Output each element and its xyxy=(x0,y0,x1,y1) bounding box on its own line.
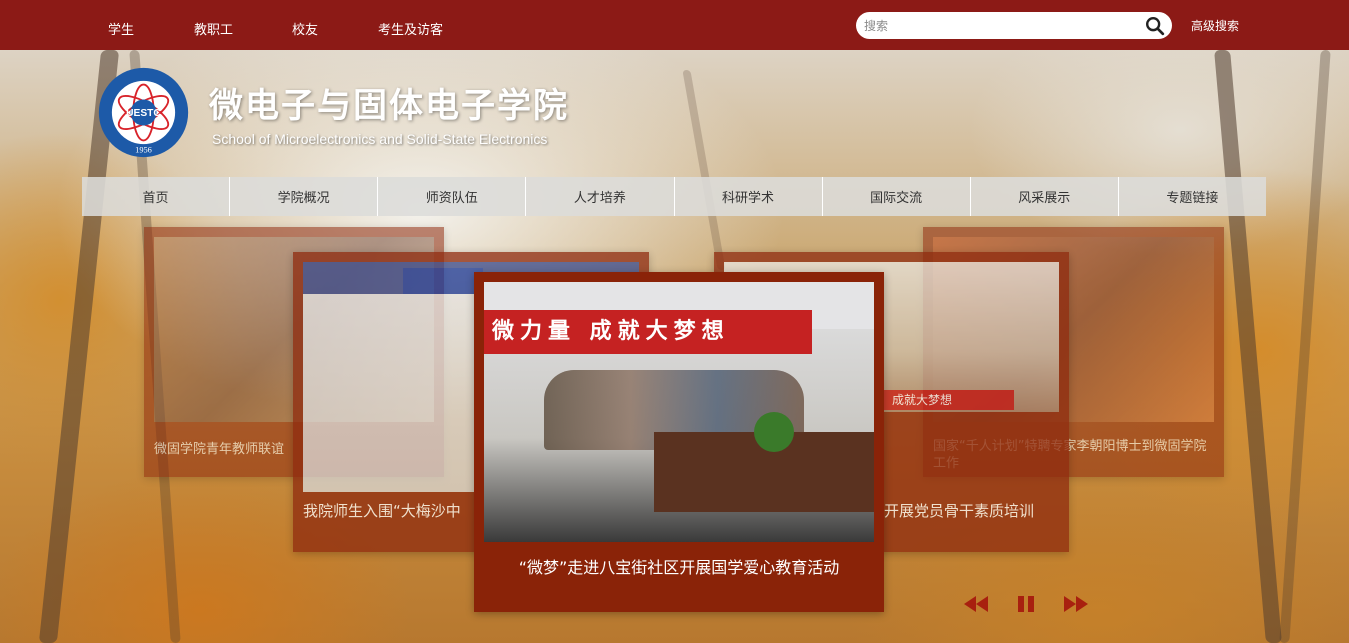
search-icon[interactable] xyxy=(1144,15,1166,37)
slide-caption: 开展党员骨干素质培训 xyxy=(884,502,1035,520)
pause-icon[interactable] xyxy=(1016,594,1036,614)
school-title-en: School of Microelectronics and Solid-Sta… xyxy=(212,131,548,147)
nav-links[interactable]: 专题链接 xyxy=(1119,177,1266,216)
slide-photo: 微力量 成就大梦想 xyxy=(484,282,874,542)
slide-banner: 成就大梦想 xyxy=(884,390,1014,410)
topnav-alumni[interactable]: 校友 xyxy=(292,19,318,38)
topnav-visitors[interactable]: 考生及访客 xyxy=(378,19,443,38)
main-navigation: 首页 学院概况 师资队伍 人才培养 科研学术 国际交流 风采展示 专题链接 xyxy=(82,177,1266,216)
previous-icon[interactable] xyxy=(962,594,990,614)
search-input[interactable] xyxy=(864,16,1134,35)
slide-banner: 微力量 成就大梦想 xyxy=(484,310,812,354)
top-bar: 学生 教职工 校友 考生及访客 高级搜索 xyxy=(0,0,1349,50)
nav-home[interactable]: 首页 xyxy=(82,177,231,216)
nav-faculty[interactable]: 师资队伍 xyxy=(378,177,527,216)
carousel-slide-active[interactable]: 微力量 成就大梦想 “微梦”走进八宝街社区开展国学爱心教育活动 xyxy=(474,272,884,612)
slide-caption: 我院师生入围“大梅沙中 xyxy=(303,502,461,520)
advanced-search-link[interactable]: 高级搜索 xyxy=(1191,17,1239,34)
logo-year: 1956 xyxy=(135,145,152,154)
nav-overview[interactable]: 学院概况 xyxy=(230,177,379,216)
nav-showcase[interactable]: 风采展示 xyxy=(971,177,1119,216)
university-logo[interactable]: UESTC 1956 xyxy=(97,66,190,159)
topnav-staff[interactable]: 教职工 xyxy=(194,19,233,38)
school-title-cn: 微电子与固体电子学院 xyxy=(209,86,569,126)
next-icon[interactable] xyxy=(1062,594,1090,614)
slide-caption: “微梦”走进八宝街社区开展国学爱心教育活动 xyxy=(518,558,840,577)
nav-international[interactable]: 国际交流 xyxy=(823,177,971,216)
nav-education[interactable]: 人才培养 xyxy=(526,177,675,216)
topnav-students[interactable]: 学生 xyxy=(108,19,134,38)
nav-research[interactable]: 科研学术 xyxy=(675,177,823,216)
search-box xyxy=(856,12,1172,39)
logo-text: UESTC xyxy=(126,108,161,119)
